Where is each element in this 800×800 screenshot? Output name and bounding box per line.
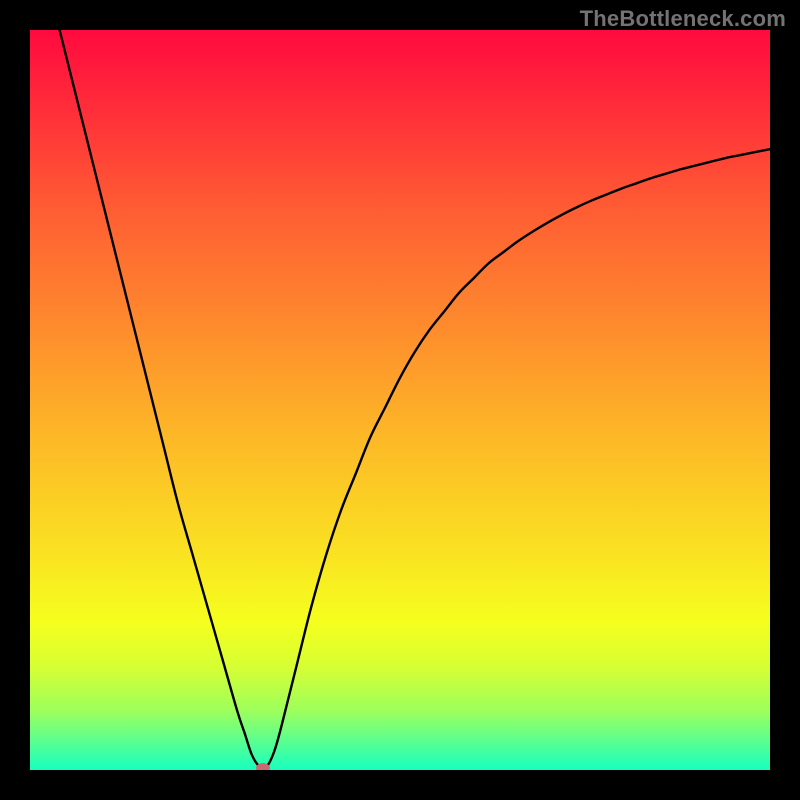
plot-area [30,30,770,770]
chart-stage: TheBottleneck.com [0,0,800,800]
bottleneck-curve [30,30,770,770]
watermark-text: TheBottleneck.com [580,6,786,32]
optimum-marker [256,763,270,770]
